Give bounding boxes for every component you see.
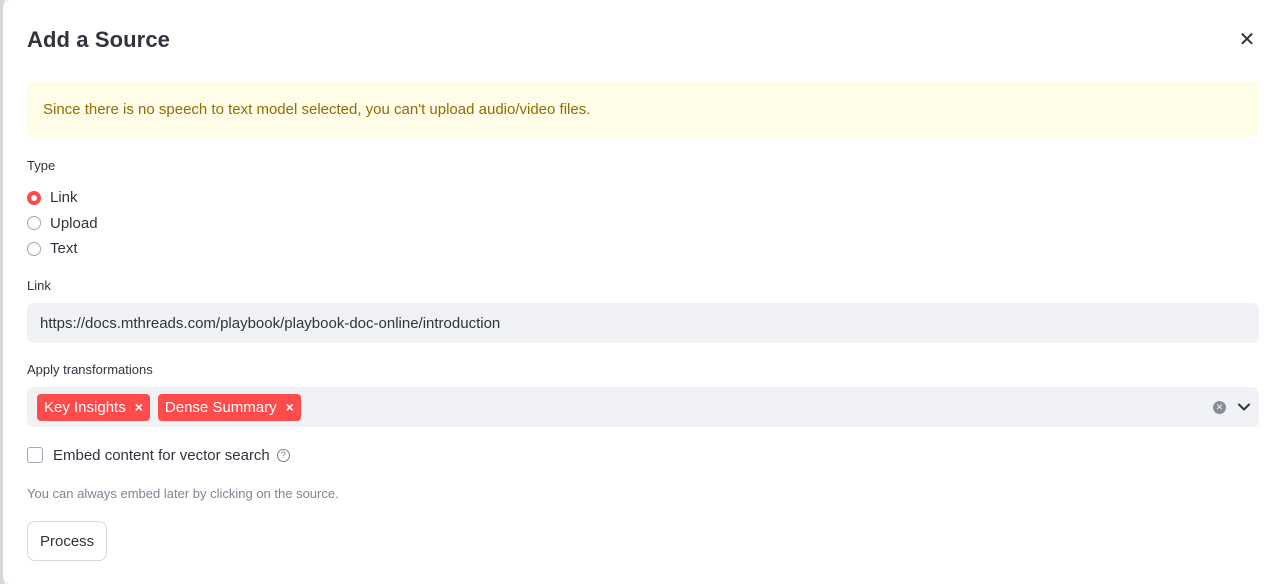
clear-all-icon[interactable]: ✕ bbox=[1213, 400, 1226, 414]
warning-alert: Since there is no speech to text model s… bbox=[27, 82, 1259, 137]
chip-dense-summary: Dense Summary × bbox=[157, 393, 301, 421]
link-label: Link bbox=[27, 278, 51, 293]
link-input[interactable]: https://docs.mthreads.com/playbook/playb… bbox=[27, 303, 1259, 343]
chip-label: Key Insights bbox=[44, 398, 126, 416]
link-input-value: https://docs.mthreads.com/playbook/playb… bbox=[40, 314, 501, 332]
close-icon[interactable]: ✕ bbox=[1235, 28, 1259, 52]
radio-button-text[interactable] bbox=[27, 241, 41, 256]
radio-button-upload[interactable] bbox=[27, 216, 41, 231]
chevron-down-icon[interactable] bbox=[1237, 400, 1251, 414]
radio-option-upload[interactable]: Upload bbox=[27, 211, 98, 237]
type-radio-group: Link Upload Text bbox=[27, 185, 98, 262]
alert-message: Since there is no speech to text model s… bbox=[43, 101, 591, 118]
process-button[interactable]: Process bbox=[27, 521, 108, 561]
embed-caption: You can always embed later by clicking o… bbox=[27, 486, 339, 501]
radio-option-link[interactable]: Link bbox=[27, 185, 98, 211]
embed-checkbox[interactable] bbox=[27, 447, 43, 463]
radio-button-link[interactable] bbox=[27, 190, 41, 205]
transformations-multiselect[interactable]: Key Insights × Dense Summary × ✕ bbox=[27, 387, 1259, 427]
radio-label-upload: Upload bbox=[50, 214, 98, 232]
help-circle-icon[interactable]: ? bbox=[276, 448, 290, 462]
chip-remove-icon[interactable]: × bbox=[286, 399, 294, 415]
radio-label-link: Link bbox=[50, 189, 78, 207]
type-label: Type bbox=[27, 158, 56, 173]
dialog-header: Add a Source ✕ bbox=[27, 22, 1259, 58]
radio-label-text: Text bbox=[50, 240, 78, 258]
chip-label: Dense Summary bbox=[164, 398, 277, 416]
dialog-title: Add a Source bbox=[27, 27, 171, 52]
chip-key-insights: Key Insights × bbox=[37, 393, 150, 421]
add-source-dialog: Add a Source ✕ Since there is no speech … bbox=[3, 0, 1281, 584]
radio-option-text[interactable]: Text bbox=[27, 236, 98, 262]
chip-remove-icon[interactable]: × bbox=[135, 399, 143, 415]
transformations-label: Apply transformations bbox=[27, 362, 153, 377]
embed-checkbox-label[interactable]: Embed content for vector search bbox=[53, 447, 270, 464]
embed-checkbox-row: Embed content for vector search ? bbox=[27, 445, 290, 465]
